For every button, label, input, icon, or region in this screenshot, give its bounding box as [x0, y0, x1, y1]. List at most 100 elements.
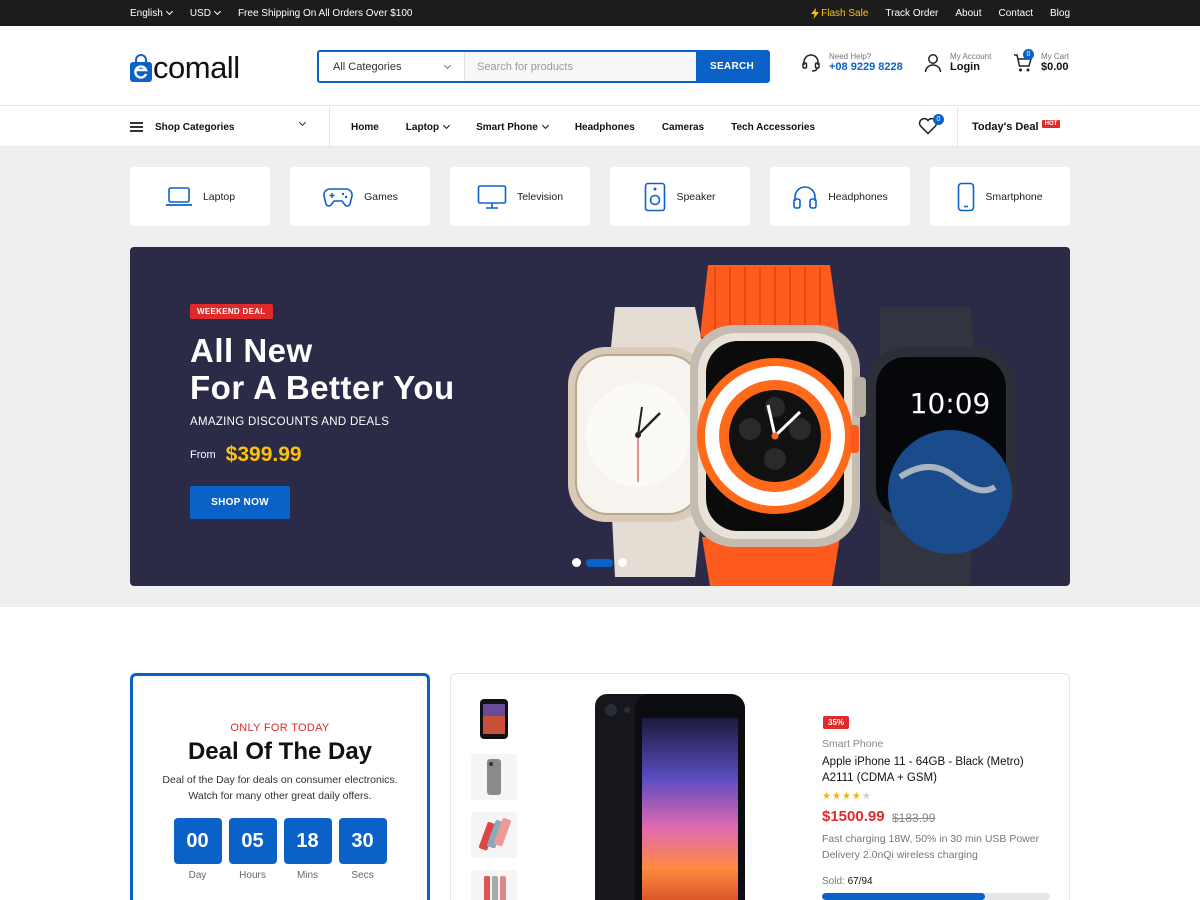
flash-sale-label: Flash Sale: [821, 7, 869, 19]
category-card-smartphone[interactable]: Smartphone: [930, 167, 1070, 226]
product-category: Smart Phone: [822, 738, 884, 750]
deal-description: Deal of the Day for deals on consumer el…: [162, 774, 398, 802]
shop-now-button[interactable]: SHOP NOW: [190, 486, 290, 519]
contact-link[interactable]: Contact: [999, 8, 1033, 19]
sold-value: 67/94: [847, 876, 873, 887]
cart-total: $0.00: [1041, 61, 1069, 73]
flash-sale-link[interactable]: Flash Sale: [811, 7, 869, 19]
slider-dot[interactable]: [572, 558, 581, 567]
nav-label: Tech Accessories: [731, 121, 816, 133]
nav-label: Cameras: [661, 121, 705, 133]
timer-value: 30: [338, 818, 387, 864]
product-old-price: $183.99: [892, 811, 936, 825]
laptop-icon: [165, 186, 192, 206]
product-rating: ★★★★★: [822, 791, 872, 802]
help-label: Need Help?: [829, 52, 872, 61]
product-thumbnail[interactable]: [471, 754, 517, 800]
chevron-down-icon: [165, 7, 173, 16]
timer-value: 05: [228, 818, 277, 864]
slider-dots: [572, 558, 627, 567]
discount-badge: 35%: [823, 716, 850, 729]
slider-dot-active[interactable]: [586, 558, 613, 567]
search-input[interactable]: [465, 52, 696, 81]
monitor-icon: [477, 184, 507, 209]
product-thumbnail[interactable]: [471, 812, 517, 858]
login-link: Login: [950, 61, 980, 73]
slider-dot[interactable]: [618, 558, 627, 567]
account-block[interactable]: My Account Login: [924, 52, 991, 73]
cart-icon-wrap: 0: [1013, 48, 1034, 73]
nav-tech-accessories[interactable]: Tech Accessories: [731, 122, 815, 133]
speaker-icon: [645, 182, 666, 211]
timer-mins: 18 Mins: [283, 818, 332, 881]
about-link[interactable]: About: [955, 8, 981, 19]
smartwatches-image: 10:09: [568, 265, 1016, 586]
todays-deal-label: Today's Deal: [972, 121, 1039, 133]
language-select[interactable]: English: [130, 7, 173, 19]
category-select[interactable]: All Categories: [319, 52, 465, 81]
nav-headphones[interactable]: Headphones: [575, 122, 635, 133]
phone-back-thumbnail-image: [487, 759, 501, 795]
phone-thumbnail-image: [480, 699, 508, 739]
midnight-watch: 10:09: [866, 307, 1016, 586]
nav-home[interactable]: Home: [351, 122, 379, 133]
hot-badge: HOT: [1041, 119, 1061, 128]
header: comall All Categories SEARCH Need Help? …: [0, 26, 1200, 106]
sold-label: Sold:: [822, 876, 845, 887]
nav-label: Home: [351, 121, 379, 133]
category-card-headphones[interactable]: Headphones: [770, 167, 910, 226]
product-title[interactable]: Apple iPhone 11 - 64GB - Black (Metro) A…: [822, 754, 1052, 786]
deal-of-the-day-box: ONLY FOR TODAY Deal Of The Day Deal of t…: [130, 673, 430, 900]
timer-value: 00: [173, 818, 222, 864]
featured-product-card: 35% Smart Phone Apple iPhone 11 - 64GB -…: [450, 673, 1070, 900]
smartphone-icon: [958, 182, 975, 211]
logo[interactable]: comall: [130, 50, 240, 86]
wishlist-button[interactable]: 0: [918, 114, 944, 137]
chevron-down-icon: [541, 121, 549, 130]
weekend-deal-tag: WEEKEND DEAL: [190, 304, 273, 319]
blog-link[interactable]: Blog: [1050, 8, 1070, 19]
hero-title-line2: For A Better You: [190, 369, 455, 406]
star-icon: ★: [861, 791, 872, 802]
currency-select[interactable]: USD: [190, 7, 221, 19]
product-thumbnail[interactable]: [471, 696, 517, 742]
shop-categories-toggle[interactable]: Shop Categories: [130, 107, 330, 147]
product-thumbnail[interactable]: [471, 870, 517, 900]
category-label: Headphones: [828, 190, 888, 203]
chevron-down-icon: [213, 7, 221, 16]
timer-label: Hours: [239, 870, 266, 881]
category-card-television[interactable]: Television: [450, 167, 590, 226]
category-card-games[interactable]: Games: [290, 167, 430, 226]
star-icon: ★: [851, 791, 862, 802]
shipping-notice: Free Shipping On All Orders Over $100: [237, 7, 413, 19]
nav-label: Smart Phone: [476, 121, 538, 133]
account-label: My Account: [950, 52, 992, 61]
phone-colors-thumbnail-image: [479, 818, 511, 851]
track-order-link[interactable]: Track Order: [885, 8, 938, 19]
chevron-down-icon: [298, 118, 307, 127]
sold-progress-bar: [822, 893, 1050, 900]
from-label: From: [190, 449, 216, 461]
star-icon: ★: [831, 791, 842, 802]
cart-block[interactable]: 0 My Cart $0.00: [1013, 48, 1069, 73]
nav-laptop[interactable]: Laptop: [405, 121, 451, 133]
top-bar: English USD Free Shipping On All Orders …: [0, 0, 1200, 26]
star-icon: ★: [822, 791, 832, 802]
nav-smart-phone[interactable]: Smart Phone: [476, 121, 549, 133]
product-description: Fast charging 18W, 50% in 30 min USB Pow…: [822, 833, 1040, 861]
lightning-icon: [811, 7, 820, 19]
category-card-speaker[interactable]: Speaker: [610, 167, 750, 226]
hero-price-row: From $399.99: [190, 443, 302, 467]
chevron-down-icon: [443, 121, 451, 130]
star-icon: ★: [841, 791, 852, 802]
timer-value: 18: [283, 818, 332, 864]
nav-label: Laptop: [405, 121, 440, 133]
nav-cameras[interactable]: Cameras: [662, 122, 704, 133]
help-block[interactable]: Need Help? +08 9229 8228: [801, 52, 903, 73]
ultra-watch: [690, 265, 866, 586]
menu-icon: [130, 120, 143, 135]
search-button[interactable]: SEARCH: [696, 52, 768, 81]
category-card-laptop[interactable]: Laptop: [130, 167, 270, 226]
todays-deal-link[interactable]: Today's Deal HOT: [957, 107, 1061, 147]
countdown-timer: 00 Day 05 Hours 18 Mins 30 Secs: [133, 818, 427, 881]
